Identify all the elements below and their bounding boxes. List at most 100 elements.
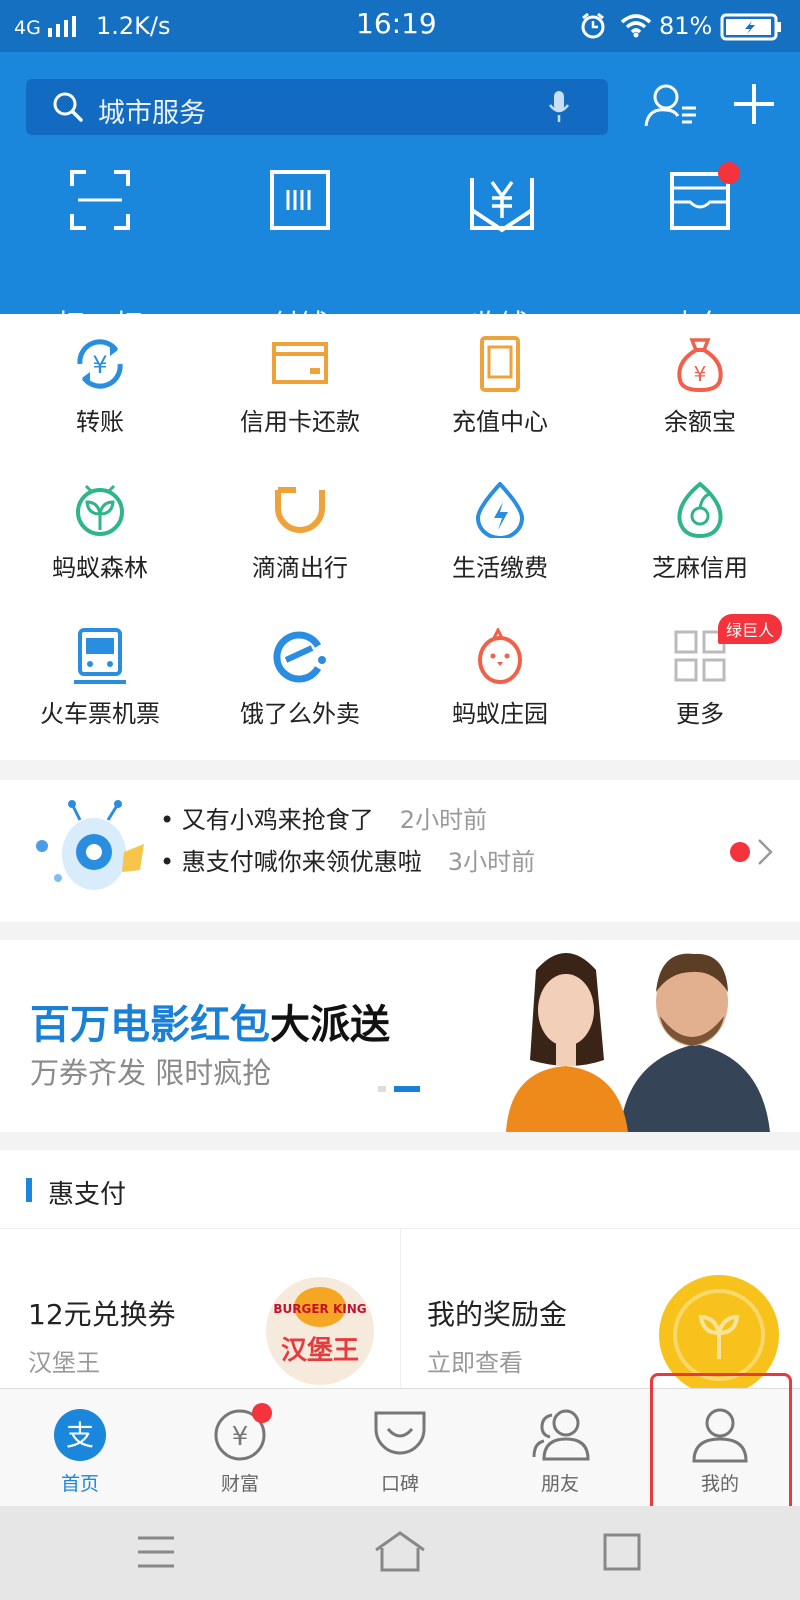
search-input[interactable]: 城市服务 (26, 79, 608, 135)
promo-banner[interactable]: 百万电影红包大派送 万券齐发 限时疯抢 (0, 940, 800, 1132)
carousel-dot (378, 1086, 386, 1092)
back-icon[interactable] (602, 1532, 642, 1572)
app-credit-card[interactable]: 信用卡还款 (200, 314, 400, 460)
app-label: 余额宝 (664, 408, 736, 436)
tab-label: 财富 (220, 1473, 259, 1495)
app-utilities[interactable]: 生活缴费 (400, 460, 600, 606)
scan-icon (70, 170, 130, 230)
wifi-icon (620, 14, 652, 38)
system-nav-bar (0, 1506, 800, 1600)
app-label: 滴滴出行 (252, 554, 348, 582)
friends-icon (532, 1409, 590, 1461)
app-label: 饿了么外卖 (240, 700, 360, 728)
app-yuebao[interactable]: ¥ 余额宝 (600, 314, 800, 460)
unread-dot (730, 842, 750, 862)
header: 城市服务 扫一扫 付钱 (0, 52, 800, 342)
search-icon (53, 92, 83, 122)
gold-coin-icon (659, 1275, 779, 1389)
home-icon[interactable] (374, 1530, 426, 1572)
tab-home[interactable]: 支 首页 (0, 1389, 160, 1507)
eleme-icon (273, 631, 326, 683)
cards-badge-dot (718, 162, 740, 184)
phone-recharge-icon (480, 336, 520, 392)
burger-king-logo: BURGER KING 汉堡王 (266, 1277, 374, 1385)
alipay-home-icon: 支 (54, 1409, 106, 1461)
app-recharge[interactable]: 充值中心 (400, 314, 600, 460)
more-badge: 绿巨人 (718, 614, 783, 644)
app-sesame[interactable]: 芝麻信用 (600, 460, 800, 606)
bullet: • (160, 848, 182, 876)
card-subtitle: 立即查看 (427, 1349, 523, 1377)
battery-icon (720, 13, 781, 41)
notice-item: • 惠支付喊你来领优惠啦 3小时前 (160, 842, 535, 877)
notification-bar[interactable]: • 又有小鸡来抢食了 2小时前 • 惠支付喊你来领优惠啦 3小时前 (0, 780, 800, 922)
notice-item: • 又有小鸡来抢食了 2小时前 (160, 800, 487, 835)
network-speed: 1.2K/s (96, 12, 171, 40)
plus-icon[interactable] (732, 82, 776, 126)
receive-money-icon (470, 178, 534, 233)
didi-icon (275, 487, 325, 533)
logo-cn-text: 汉堡王 (281, 1335, 359, 1366)
svg-text:¥: ¥ (232, 1422, 249, 1452)
tab-friends[interactable]: 朋友 (480, 1389, 640, 1507)
notice-time: 3小时前 (447, 848, 536, 876)
tab-wealth[interactable]: ¥ 财富 (160, 1389, 320, 1507)
app-eleme[interactable]: 饿了么外卖 (200, 606, 400, 752)
app-transfer[interactable]: ¥ 转账 (0, 314, 200, 460)
tab-label: 口碑 (380, 1473, 419, 1495)
logo-text: BURGER KING (273, 1302, 366, 1316)
app-label: 蚂蚁森林 (52, 554, 148, 582)
notice-text: 惠支付喊你来领优惠啦 (181, 848, 422, 876)
app-label: 充值中心 (452, 408, 548, 436)
app-ant-farm[interactable]: 蚂蚁庄园 (400, 606, 600, 752)
banner-title-rest: 大派送 (270, 1002, 390, 1048)
tab-bar: 支 首页 ¥ 财富 口碑 朋友 我的 (0, 1373, 800, 1517)
tab-label: 朋友 (540, 1473, 579, 1495)
banner-title-highlight: 百万电影红包 (30, 1002, 270, 1048)
coupon-card[interactable]: 12元兑换券 汉堡王 BURGER KING 汉堡王 (0, 1229, 400, 1389)
notice-text: 又有小鸡来抢食了 (181, 806, 374, 834)
app-didi[interactable]: 滴滴出行 (200, 460, 400, 606)
highlight-box (650, 1373, 792, 1517)
microphone-icon[interactable] (548, 89, 570, 125)
money-bag-icon: ¥ (677, 338, 723, 392)
app-more[interactable]: 绿巨人 更多 (600, 606, 800, 752)
card-title: 12元兑换券 (28, 1298, 176, 1331)
koubei-icon (374, 1411, 426, 1455)
notice-time: 2小时前 (399, 806, 488, 834)
reward-card[interactable]: 我的奖励金 立即查看 (401, 1229, 800, 1389)
tab-koubei[interactable]: 口碑 (320, 1389, 480, 1507)
banner-title: 百万电影红包大派送 (30, 992, 390, 1050)
pay-code-icon (270, 170, 330, 230)
chevron-right-icon (758, 839, 773, 865)
svg-text:¥: ¥ (694, 362, 707, 386)
section-accent (26, 1178, 32, 1202)
app-label: 芝麻信用 (652, 554, 748, 582)
app-grid: ¥ 转账 信用卡还款 充值中心 ¥ 余额宝 蚂蚁森林 滴滴出行 生活缴费 芝麻信… (0, 314, 800, 760)
card-title: 我的奖励金 (427, 1298, 568, 1331)
card-subtitle: 汉堡王 (28, 1349, 100, 1377)
banner-subtitle: 万券齐发 限时疯抢 (30, 1056, 272, 1090)
movie-stars-image (500, 940, 800, 1132)
battery-percent: 81% (659, 12, 713, 40)
utility-drop-icon (475, 482, 525, 538)
app-label: 更多 (676, 700, 724, 728)
svg-text:¥: ¥ (92, 351, 107, 379)
app-ant-forest[interactable]: 蚂蚁森林 (0, 460, 200, 606)
network-type: 4G (14, 17, 41, 39)
alarm-icon (581, 13, 605, 39)
app-label: 生活缴费 (452, 554, 548, 582)
chick-icon (478, 628, 522, 684)
tab-label: 首页 (60, 1473, 99, 1495)
bullet: • (160, 806, 182, 834)
app-label: 信用卡还款 (240, 408, 360, 436)
app-train-tickets[interactable]: 火车票机票 (0, 606, 200, 752)
carousel-dot-active (394, 1086, 420, 1092)
menu-icon[interactable] (136, 1534, 176, 1570)
credit-card-icon (272, 342, 328, 384)
app-label: 火车票机票 (40, 700, 160, 728)
train-icon (74, 628, 126, 684)
ant-mascot-icon (36, 800, 144, 890)
contacts-icon[interactable] (644, 82, 700, 132)
sesame-icon (677, 482, 723, 538)
